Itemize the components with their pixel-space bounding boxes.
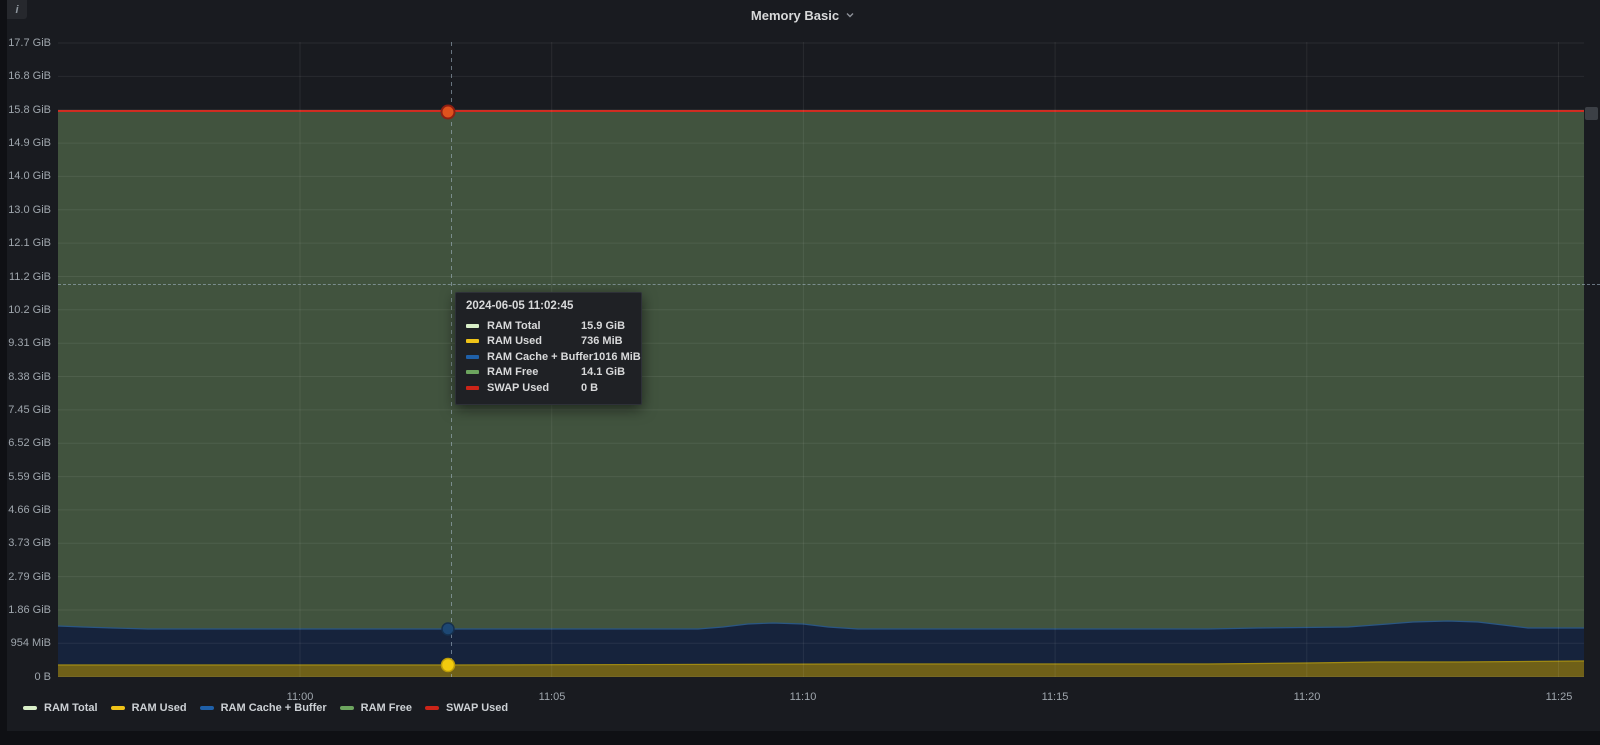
- series-swatch: [111, 706, 125, 710]
- y-tick: 1.86 GiB: [7, 603, 51, 617]
- series-swatch: [466, 370, 479, 374]
- y-tick: 3.73 GiB: [7, 536, 51, 550]
- chevron-down-icon: [844, 9, 856, 21]
- x-tick: 11:15: [1033, 690, 1077, 704]
- legend-label: RAM Used: [132, 701, 187, 715]
- tooltip-series-value: 14.1 GiB: [581, 366, 631, 378]
- y-tick: 8.38 GiB: [7, 370, 51, 384]
- series-swatch: [200, 706, 214, 710]
- y-tick: 954 MiB: [7, 636, 51, 650]
- tooltip-row: RAM Cache + Buffer 1016 MiB: [466, 349, 631, 365]
- y-tick: 17.7 GiB: [7, 36, 51, 50]
- cache-hover-point: [442, 623, 454, 635]
- swap-hover-point: [442, 106, 455, 119]
- y-tick: 13.0 GiB: [7, 203, 51, 217]
- y-tick: 5.59 GiB: [7, 470, 51, 484]
- y-tick: 6.52 GiB: [7, 436, 51, 450]
- tooltip-series-value: 15.9 GiB: [581, 320, 631, 332]
- used-hover-point: [442, 659, 455, 672]
- legend-label: SWAP Used: [446, 701, 508, 715]
- x-tick: 11:20: [1285, 690, 1329, 704]
- tooltip-series-label: RAM Cache + Buffer: [487, 351, 593, 363]
- legend-item-swap-used[interactable]: SWAP Used: [425, 701, 508, 715]
- legend-item-ram-used[interactable]: RAM Used: [111, 701, 187, 715]
- y-tick: 2.79 GiB: [7, 570, 51, 584]
- series-swatch: [466, 324, 479, 328]
- legend-label: RAM Free: [361, 701, 412, 715]
- tooltip-series-label: RAM Used: [487, 335, 581, 347]
- y-tick: 10.2 GiB: [7, 303, 51, 317]
- y-tick: 11.2 GiB: [7, 270, 51, 284]
- tooltip-series-value: 0 B: [581, 382, 631, 394]
- memory-chart: [58, 42, 1584, 677]
- series-swatch: [466, 386, 479, 390]
- series-swatch: [425, 706, 439, 710]
- tooltip-series-value: 736 MiB: [581, 335, 631, 347]
- y-tick: 16.8 GiB: [7, 69, 51, 83]
- tooltip-row: RAM Free 14.1 GiB: [466, 365, 631, 381]
- legend-label: RAM Cache + Buffer: [221, 701, 327, 715]
- series-swatch: [466, 355, 479, 359]
- x-tick: 11:10: [781, 690, 825, 704]
- x-tick: 11:05: [530, 690, 574, 704]
- tooltip-series-value: 1016 MiB: [593, 351, 641, 363]
- chart-plot-area[interactable]: [58, 42, 1584, 677]
- y-tick: 0 B: [7, 670, 51, 684]
- tooltip-row: RAM Total 15.9 GiB: [466, 318, 631, 334]
- panel-title: Memory Basic: [751, 8, 839, 23]
- y-tick: 7.45 GiB: [7, 403, 51, 417]
- tooltip-series-label: RAM Free: [487, 366, 581, 378]
- y-tick: 9.31 GiB: [7, 336, 51, 350]
- series-swatch: [466, 339, 479, 343]
- panel-title-menu[interactable]: Memory Basic: [751, 8, 856, 23]
- x-tick: 11:25: [1537, 690, 1581, 704]
- y-tick: 14.0 GiB: [7, 169, 51, 183]
- tooltip-row: SWAP Used 0 B: [466, 380, 631, 396]
- memory-basic-panel: i Memory Basic 17.7 GiB 16.8 GiB 15.8 Gi…: [7, 0, 1600, 731]
- ram-free-area: [58, 110, 1584, 677]
- tooltip-series-label: RAM Total: [487, 320, 581, 332]
- panel-header: Memory Basic: [7, 0, 1600, 30]
- y-tick: 14.9 GiB: [7, 136, 51, 150]
- tooltip-row: RAM Used 736 MiB: [466, 334, 631, 350]
- series-swatch: [340, 706, 354, 710]
- legend-item-ram-total[interactable]: RAM Total: [23, 701, 98, 715]
- legend-label: RAM Total: [44, 701, 98, 715]
- chart-legend: RAM Total RAM Used RAM Cache + Buffer RA…: [23, 701, 508, 715]
- y-tick: 4.66 GiB: [7, 503, 51, 517]
- series-swatch: [23, 706, 37, 710]
- tooltip-timestamp: 2024-06-05 11:02:45: [466, 300, 631, 312]
- tooltip-series-label: SWAP Used: [487, 382, 581, 394]
- y-tick: 12.1 GiB: [7, 236, 51, 250]
- legend-item-ram-cache-buffer[interactable]: RAM Cache + Buffer: [200, 701, 327, 715]
- crosshair-horizontal: [58, 284, 1600, 285]
- y-tick: 15.8 GiB: [7, 103, 51, 117]
- legend-item-ram-free[interactable]: RAM Free: [340, 701, 412, 715]
- chart-tooltip: 2024-06-05 11:02:45 RAM Total 15.9 GiB R…: [455, 292, 642, 405]
- scrollbar-thumb[interactable]: [1585, 107, 1598, 120]
